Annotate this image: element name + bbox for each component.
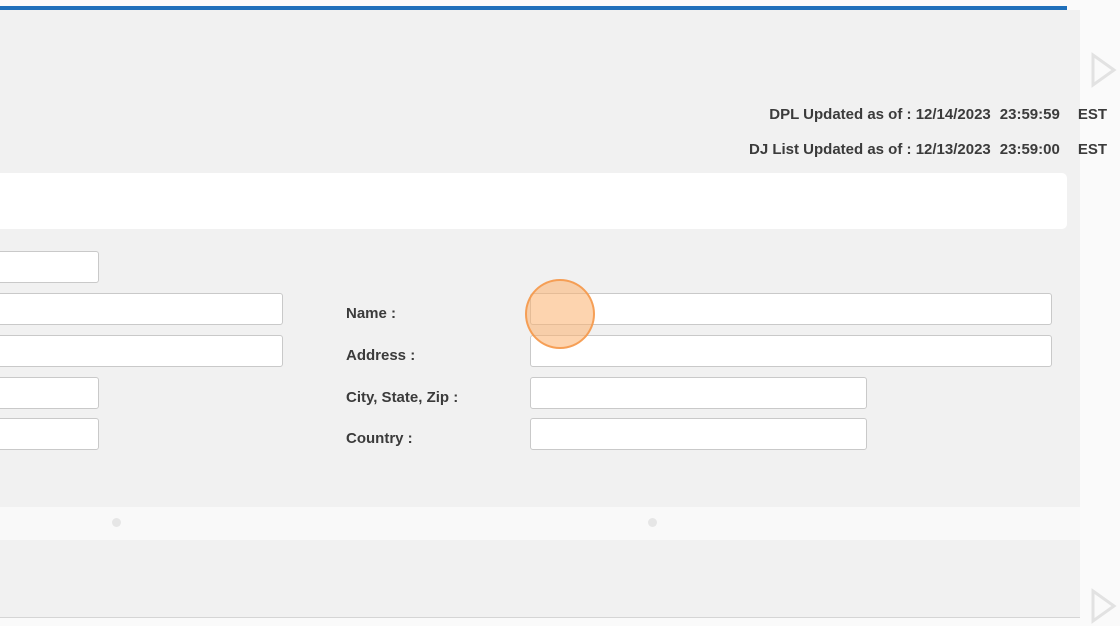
dj-list-update-status: DJ List Updated as of : 12/13/2023 23:59:…	[749, 141, 1107, 158]
left-field-4[interactable]	[0, 377, 99, 409]
address-label: Address :	[346, 347, 416, 364]
dj-list-update-timezone: EST	[1077, 141, 1107, 158]
page: DPL Updated as of : 12/14/2023 23:59:59 ES…	[0, 0, 1120, 626]
dj-list-update-label: DJ List Updated as of :	[748, 141, 912, 158]
city-state-zip-label: City, State, Zip :	[346, 389, 459, 406]
decorative-dot	[112, 518, 121, 527]
dj-list-update-time: 23:59:00	[999, 141, 1060, 158]
dpl-update-status: DPL Updated as of : 12/14/2023 23:59:59 ES…	[769, 106, 1107, 123]
dpl-update-time: 23:59:59	[999, 106, 1060, 123]
name-input[interactable]	[530, 293, 1052, 325]
name-label: Name :	[346, 305, 397, 322]
play-outline-icon	[1091, 52, 1117, 88]
dpl-update-label: DPL Updated as of :	[769, 106, 912, 123]
dpl-update-date: 12/14/2023	[915, 106, 991, 123]
left-field-2[interactable]	[0, 293, 283, 325]
play-outline-icon	[1091, 588, 1117, 624]
left-field-3[interactable]	[0, 335, 283, 367]
dj-list-update-date: 12/13/2023	[915, 141, 991, 158]
city-state-zip-input[interactable]	[530, 377, 867, 409]
left-field-5[interactable]	[0, 418, 99, 450]
background-strip	[0, 507, 1080, 540]
left-field-1[interactable]	[0, 251, 99, 283]
dpl-update-timezone: EST	[1077, 106, 1107, 123]
info-band	[0, 173, 1067, 229]
decorative-dot	[648, 518, 657, 527]
footer-panel	[0, 540, 1080, 618]
country-label: Country :	[346, 430, 413, 447]
country-input[interactable]	[530, 418, 867, 450]
address-input[interactable]	[530, 335, 1052, 367]
